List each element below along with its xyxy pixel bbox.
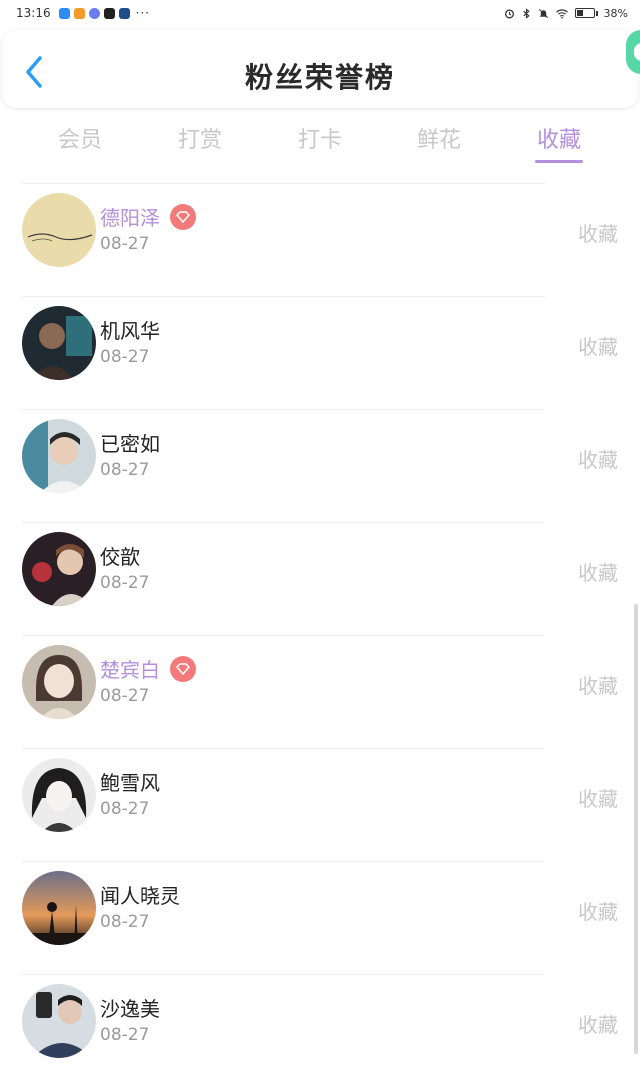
battery-body <box>574 8 595 18</box>
status-more: ··· <box>135 6 151 20</box>
tab-member[interactable]: 会员 <box>40 122 120 154</box>
avatar-image <box>22 984 96 1058</box>
fan-name: 佼歆 <box>100 545 140 569</box>
battery-tip <box>595 10 598 16</box>
fan-date: 08-27 <box>100 686 150 706</box>
list-item[interactable]: 德阳泽 08-27 收藏 <box>22 183 618 296</box>
fan-name: 楚宾白 <box>100 658 160 682</box>
name-row: 闻人晓灵 <box>100 880 180 909</box>
fan-date: 08-27 <box>100 347 150 367</box>
name-row: 机风华 <box>100 315 160 344</box>
fan-name: 机风华 <box>100 319 160 343</box>
scrollbar[interactable] <box>634 604 638 1054</box>
floating-chat-bubble[interactable] <box>626 30 640 74</box>
mute-bell-icon <box>538 8 548 18</box>
status-left: 13:16 ··· <box>16 6 150 20</box>
avatar-image <box>22 645 96 719</box>
avatar <box>22 306 96 380</box>
notification-app-icon <box>118 7 130 19</box>
fan-name: 德阳泽 <box>100 206 160 230</box>
chat-bubble-icon <box>634 43 640 61</box>
action-label: 收藏 <box>578 448 618 472</box>
battery-icon <box>574 8 598 18</box>
action-label: 收藏 <box>578 674 618 698</box>
fan-list: 德阳泽 08-27 收藏 机风华 08-27 收藏 已密如 08-27 收藏 佼… <box>0 183 640 1067</box>
alarm-icon <box>504 8 514 18</box>
fan-date: 08-27 <box>100 1025 150 1045</box>
list-item[interactable]: 机风华 08-27 收藏 <box>22 296 618 409</box>
name-row: 鲍雪风 <box>100 767 160 796</box>
action-label: 收藏 <box>578 561 618 585</box>
avatar-image <box>22 193 96 267</box>
notification-app-icon <box>88 7 100 19</box>
vip-diamond-icon <box>170 203 196 230</box>
tab-checkin[interactable]: 打卡 <box>280 122 360 154</box>
fan-date: 08-27 <box>100 573 150 593</box>
status-right: 38% <box>504 7 628 20</box>
avatar <box>22 984 96 1058</box>
fan-name: 鲍雪风 <box>100 771 160 795</box>
action-label: 收藏 <box>578 222 618 246</box>
avatar-image <box>22 758 96 832</box>
notification-app-icon <box>73 7 85 19</box>
status-bar: 13:16 ··· 38% <box>0 0 640 26</box>
list-item[interactable]: 闻人晓灵 08-27 收藏 <box>22 861 618 974</box>
name-row: 楚宾白 <box>100 654 196 683</box>
list-item[interactable]: 沙逸美 08-27 收藏 <box>22 974 618 1067</box>
page-title: 粉丝荣誉榜 <box>244 61 395 94</box>
fan-date: 08-27 <box>100 460 150 480</box>
notification-app-icon <box>58 7 70 19</box>
list-item[interactable]: 鲍雪风 08-27 收藏 <box>22 748 618 861</box>
notification-app-icon <box>103 7 115 19</box>
action-label: 收藏 <box>578 900 618 924</box>
avatar <box>22 419 96 493</box>
avatar-image <box>22 306 96 380</box>
active-tab-indicator <box>535 160 583 163</box>
fan-name: 闻人晓灵 <box>100 884 180 908</box>
avatar-image <box>22 532 96 606</box>
fan-date: 08-27 <box>100 234 150 254</box>
avatar <box>22 532 96 606</box>
list-item[interactable]: 佼歆 08-27 收藏 <box>22 522 618 635</box>
fan-name: 沙逸美 <box>100 997 160 1021</box>
name-row: 佼歆 <box>100 541 140 570</box>
fan-date: 08-27 <box>100 912 150 932</box>
battery-fill <box>576 10 584 16</box>
battery-percent: 38% <box>603 6 628 20</box>
list-item[interactable]: 楚宾白 08-27 收藏 <box>22 635 618 748</box>
fan-name: 已密如 <box>100 432 160 456</box>
tab-reward[interactable]: 打赏 <box>160 122 240 154</box>
avatar <box>22 193 96 267</box>
avatar-image <box>22 419 96 493</box>
tab-flowers[interactable]: 鲜花 <box>399 122 479 154</box>
fan-date: 08-27 <box>100 799 150 819</box>
avatar-image <box>22 871 96 945</box>
vip-diamond-icon <box>170 655 196 682</box>
wifi-icon <box>555 8 568 19</box>
avatar <box>22 758 96 832</box>
name-row: 沙逸美 <box>100 993 160 1022</box>
tab-favorites[interactable]: 收藏 <box>519 122 599 154</box>
status-time: 13:16 <box>16 6 51 20</box>
action-label: 收藏 <box>578 787 618 811</box>
action-label: 收藏 <box>578 335 618 359</box>
name-row: 已密如 <box>100 428 160 457</box>
header-bar: 粉丝荣誉榜 <box>2 30 638 108</box>
list-item[interactable]: 已密如 08-27 收藏 <box>22 409 618 522</box>
avatar <box>22 871 96 945</box>
action-label: 收藏 <box>578 1013 618 1037</box>
bluetooth-icon <box>522 7 530 19</box>
avatar <box>22 645 96 719</box>
name-row: 德阳泽 <box>100 202 196 231</box>
